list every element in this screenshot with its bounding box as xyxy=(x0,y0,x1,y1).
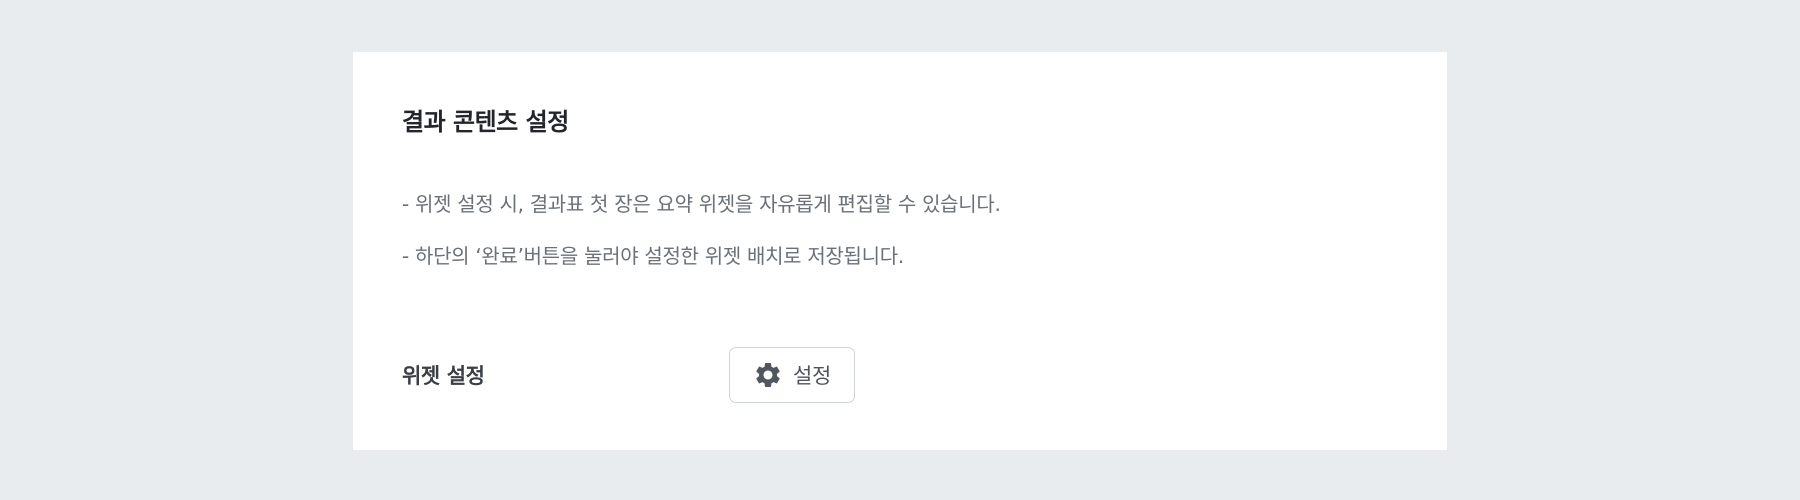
widget-setting-label: 위젯 설정 xyxy=(402,364,485,388)
card-title: 결과 콘텐츠 설정 xyxy=(402,108,569,136)
widget-settings-button-label: 설정 xyxy=(792,364,832,388)
description-line-2: - 하단의 ‘완료’버튼을 눌러야 설정한 위젯 배치로 저장됩니다. xyxy=(402,244,904,268)
gear-icon xyxy=(756,363,780,387)
widget-settings-button[interactable]: 설정 xyxy=(729,347,855,403)
result-content-settings-card: 결과 콘텐츠 설정 - 위젯 설정 시, 결과표 첫 장은 요약 위젯을 자유롭… xyxy=(353,52,1447,450)
description-line-1: - 위젯 설정 시, 결과표 첫 장은 요약 위젯을 자유롭게 편집할 수 있습… xyxy=(402,192,1001,216)
